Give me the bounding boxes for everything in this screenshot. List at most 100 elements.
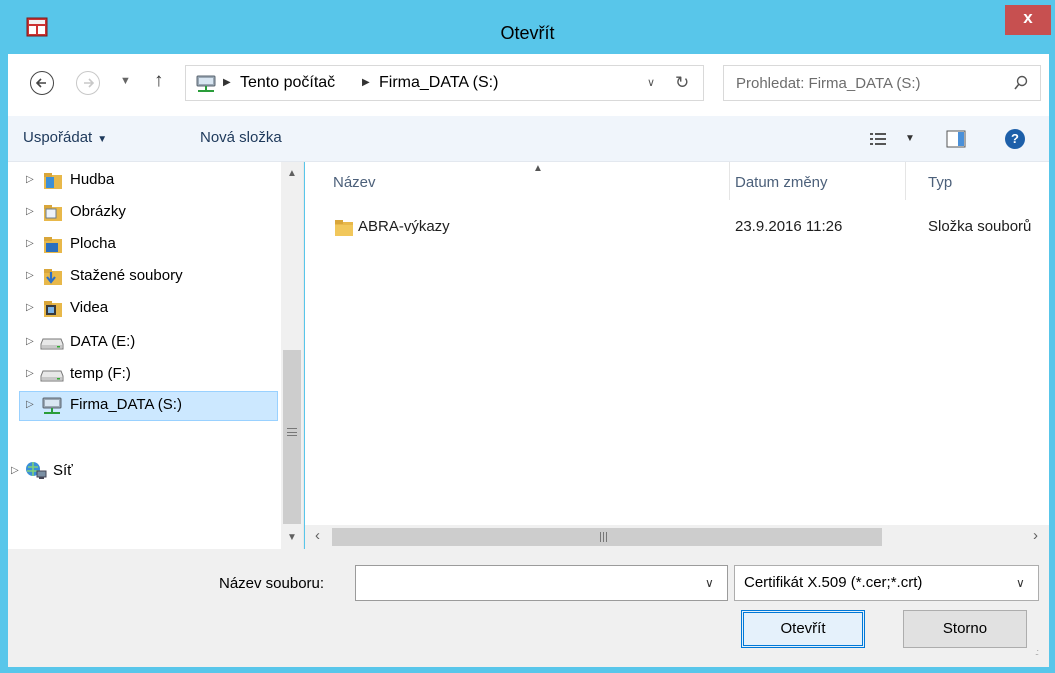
dialog-footer: Název souboru: ∨ Certifikát X.509 (*.cer… xyxy=(8,549,1049,667)
scroll-right-icon[interactable]: › xyxy=(1033,527,1038,544)
back-button[interactable] xyxy=(30,71,54,95)
organize-label: Uspořádat xyxy=(23,129,93,146)
scrollbar-thumb[interactable] xyxy=(283,350,301,524)
expand-arrow-icon[interactable]: ▷ xyxy=(26,174,34,185)
up-arrow-icon[interactable]: ↑ xyxy=(154,70,164,92)
tree-item-data-drive[interactable]: ▷ DATA (E:) xyxy=(8,328,280,358)
desktop-folder-icon xyxy=(44,237,62,253)
tree-item-label: Síť xyxy=(53,462,73,479)
chevron-down-icon[interactable]: ∨ xyxy=(647,76,655,89)
chevron-down-icon[interactable]: ∨ xyxy=(705,576,714,590)
chevron-down-icon: ▼ xyxy=(97,134,108,145)
column-header-type[interactable]: Typ xyxy=(906,162,1049,200)
chevron-down-icon[interactable]: ▼ xyxy=(905,133,915,144)
preview-pane-icon[interactable] xyxy=(946,130,966,148)
back-arrow-icon xyxy=(35,78,46,88)
cancel-button[interactable]: Storno xyxy=(903,610,1027,648)
refresh-icon[interactable]: ↻ xyxy=(675,73,689,93)
forward-button[interactable] xyxy=(76,71,100,95)
file-type-filter[interactable]: Certifikát X.509 (*.cer;*.crt) ∨ xyxy=(734,565,1039,601)
resize-grip-icon[interactable]: .: xyxy=(1035,647,1039,657)
file-list[interactable]: Název ▲ Datum změny Typ ABRA-výkazy 23.9… xyxy=(305,162,1049,549)
file-list-scrollbar[interactable]: ‹ › xyxy=(305,525,1049,549)
filename-input[interactable] xyxy=(360,570,690,596)
tree-item-label: Obrázky xyxy=(70,203,126,220)
expand-arrow-icon[interactable]: ▷ xyxy=(26,238,34,249)
file-modified: 23.9.2016 11:26 xyxy=(735,218,843,235)
filename-label: Název souboru: xyxy=(219,575,325,592)
tree-item-desktop[interactable]: ▷ Plocha xyxy=(8,230,280,260)
new-folder-button[interactable]: Nová složka xyxy=(200,129,282,146)
breadcrumb-this-pc[interactable]: Tento počítač xyxy=(240,74,335,92)
breadcrumb-separator-icon[interactable]: ▶ xyxy=(362,77,370,88)
expand-arrow-icon[interactable]: ▷ xyxy=(26,399,34,410)
forward-arrow-icon xyxy=(84,78,95,88)
tree-item-pictures[interactable]: ▷ Obrázky xyxy=(8,198,280,228)
open-file-dialog: Otevřít x ▼ ↑ ▶ Tento počítač ▶ Firma_DA… xyxy=(0,0,1055,673)
column-header-date[interactable]: Datum změny xyxy=(730,162,905,200)
network-icon xyxy=(26,462,47,479)
tree-item-label: Stažené soubory xyxy=(70,267,183,284)
scroll-down-icon[interactable]: ▼ xyxy=(287,532,297,543)
videos-folder-icon xyxy=(44,301,62,317)
tree-item-downloads[interactable]: ▷ Stažené soubory xyxy=(8,262,280,292)
tree-item-label: Firma_DATA (S:) xyxy=(70,396,182,413)
file-row[interactable]: ABRA-výkazy 23.9.2016 11:26 Složka soubo… xyxy=(305,212,1049,242)
navigation-pane-scrollbar[interactable]: ▲ ▼ xyxy=(281,162,303,549)
folder-icon xyxy=(335,220,353,236)
scroll-up-icon[interactable]: ▲ xyxy=(287,168,297,179)
address-bar[interactable]: ▶ Tento počítač ▶ Firma_DATA (S:) ∨ ↻ xyxy=(185,65,704,101)
command-bar: Uspořádat ▼ Nová složka ▼ ? xyxy=(8,116,1049,162)
close-icon: x xyxy=(1023,8,1033,27)
tree-item-network[interactable]: ▷ Síť xyxy=(8,457,280,487)
filename-field[interactable]: ∨ xyxy=(355,565,728,601)
music-folder-icon xyxy=(44,173,62,189)
open-button[interactable]: Otevřít xyxy=(741,610,865,648)
navigation-pane[interactable]: ▷ Hudba ▷ Obrázky ▷ Plocha ▷ Stažené sou… xyxy=(8,162,304,549)
view-options-icon[interactable] xyxy=(870,132,886,146)
tree-item-firma-data[interactable]: ▷ Firma_DATA (S:) xyxy=(19,391,278,421)
column-header-name[interactable]: Název ▲ xyxy=(305,162,729,200)
file-name: ABRA-výkazy xyxy=(358,218,450,235)
breadcrumb-firma-data[interactable]: Firma_DATA (S:) xyxy=(379,74,498,92)
pictures-folder-icon xyxy=(44,205,62,221)
drive-icon xyxy=(40,370,64,382)
tree-item-music[interactable]: ▷ Hudba xyxy=(8,166,280,196)
scrollbar-thumb[interactable] xyxy=(332,528,882,546)
network-drive-icon xyxy=(196,75,216,92)
close-button[interactable]: x xyxy=(1005,5,1051,35)
tree-item-temp-drive[interactable]: ▷ temp (F:) xyxy=(8,360,280,390)
tree-item-label: Plocha xyxy=(70,235,116,252)
downloads-folder-icon xyxy=(44,269,62,285)
organize-button[interactable]: Uspořádat ▼ xyxy=(23,129,107,146)
file-type-filter-value: Certifikát X.509 (*.cer;*.crt) xyxy=(744,574,923,591)
search-icon[interactable] xyxy=(1012,74,1030,92)
navigation-bar: ▼ ↑ ▶ Tento počítač ▶ Firma_DATA (S:) ∨ … xyxy=(8,54,1049,116)
tree-item-label: Videa xyxy=(70,299,109,316)
title-bar[interactable]: Otevřít x xyxy=(0,0,1055,54)
tree-item-label: Hudba xyxy=(70,171,115,188)
search-box[interactable]: Prohledat: Firma_DATA (S:) xyxy=(723,65,1041,101)
drive-icon xyxy=(40,338,64,350)
scroll-left-icon[interactable]: ‹ xyxy=(315,527,320,544)
network-drive-icon xyxy=(42,397,62,414)
expand-arrow-icon[interactable]: ▷ xyxy=(26,368,34,379)
breadcrumb-separator-icon[interactable]: ▶ xyxy=(223,77,231,88)
expand-arrow-icon[interactable]: ▷ xyxy=(26,302,34,313)
file-type: Složka souborů xyxy=(928,218,1032,235)
search-placeholder[interactable]: Prohledat: Firma_DATA (S:) xyxy=(736,75,921,92)
tree-item-label: temp (F:) xyxy=(70,365,131,382)
grip-icon xyxy=(600,532,607,542)
grip-icon xyxy=(287,428,297,436)
expand-arrow-icon[interactable]: ▷ xyxy=(26,270,34,281)
expand-arrow-icon[interactable]: ▷ xyxy=(11,465,19,476)
expand-arrow-icon[interactable]: ▷ xyxy=(26,206,34,217)
sort-ascending-icon: ▲ xyxy=(533,163,543,174)
help-icon[interactable]: ? xyxy=(1005,129,1025,149)
chevron-down-icon[interactable]: ∨ xyxy=(1016,576,1025,590)
tree-item-label: DATA (E:) xyxy=(70,333,136,350)
expand-arrow-icon[interactable]: ▷ xyxy=(26,336,34,347)
recent-locations-chevron-icon[interactable]: ▼ xyxy=(120,75,131,87)
window-title: Otevřít xyxy=(500,23,555,43)
tree-item-videos[interactable]: ▷ Videa xyxy=(8,294,280,324)
